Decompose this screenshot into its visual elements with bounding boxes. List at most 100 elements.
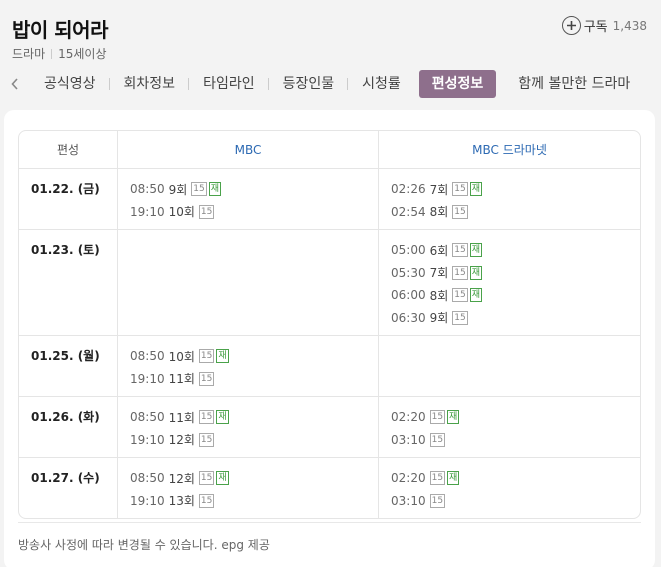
air-time: 08:50: [130, 410, 165, 425]
genre-label: 드라마: [12, 47, 46, 61]
rerun-badge: 재: [447, 471, 460, 486]
episode-number: 10회: [168, 205, 195, 220]
episode-entry: 08:50 12회 15 재: [130, 467, 366, 490]
table-row: 01.25. (월) 08:50 10회 15 재 19:10 11회 15: [19, 336, 640, 397]
episode-number: 11회: [168, 410, 195, 425]
tab-1[interactable]: 회차정보: [110, 70, 190, 98]
rerun-badge: 재: [208, 182, 222, 197]
air-time: 06:30: [391, 310, 426, 325]
rerun-badge: 재: [469, 265, 483, 280]
column-header-mbc: MBC: [118, 131, 379, 169]
mbc-dramanet-cell: 05:00 6회 15 재 05:30 7회 15 재 06:00 8회 15 재 06:30 9회 15: [379, 230, 640, 336]
mbc-cell: [118, 230, 379, 336]
program-header: 밥이 되어라 드라마 15세이상 구독 1,438 공식영상 회차정보 타임라인 등장…: [0, 0, 661, 108]
episode-number: 6회: [429, 243, 449, 258]
air-time: 19:10: [130, 371, 165, 386]
air-time: 03:10: [391, 493, 426, 508]
schedule-panel: 편성 MBC MBC 드라마넷 01.22. (금) 08:50 9회 15 재 19:1…: [4, 110, 655, 567]
age-rating-badge: 15: [452, 265, 468, 280]
column-header-mbc-dramanet: MBC 드라마넷: [379, 131, 640, 169]
subscribe-label: 구독: [583, 20, 608, 35]
table-row: 01.26. (화) 08:50 11회 15 재 19:10 12회 15 02:20 15 재 0…: [19, 397, 640, 458]
chevron-left-icon[interactable]: [0, 78, 30, 90]
episode-number: 9회: [168, 182, 188, 197]
air-time: 06:00: [391, 288, 426, 303]
tab-0[interactable]: 공식영상: [30, 70, 110, 98]
tab-bar: 공식영상 회차정보 타임라인 등장인물 시청률 편성정보 함께 볼만한 드라마: [0, 70, 661, 98]
mbc-cell: 08:50 11회 15 재 19:10 12회 15: [118, 397, 379, 458]
tab-3[interactable]: 등장인물: [269, 70, 349, 98]
episode-entry: 05:00 6회 15 재: [391, 239, 628, 262]
table-row: 01.27. (수) 08:50 12회 15 재 19:10 13회 15 02:20 15 재 0…: [19, 458, 640, 518]
episode-entry: 19:10 11회 15: [130, 368, 366, 391]
air-time: 08:50: [130, 471, 165, 486]
age-rating-badge: 15: [198, 471, 215, 486]
episode-number: 11회: [168, 372, 195, 387]
rerun-badge: 재: [216, 410, 229, 425]
footer-note: 방송사 사정에 따라 변경될 수 있습니다. epg 제공: [18, 522, 641, 553]
tab-2[interactable]: 타임라인: [189, 70, 269, 98]
air-time: 08:50: [130, 182, 165, 197]
episode-entry: 08:50 11회 15 재: [130, 406, 366, 429]
episode-entry: 03:10 15: [391, 429, 628, 452]
age-rating-badge: 15: [452, 243, 468, 258]
table-row: 01.22. (금) 08:50 9회 15 재 19:10 10회 15 02:26 7회 15 재…: [19, 169, 640, 230]
broadcast-date: 01.23. (토): [19, 230, 118, 336]
broadcast-date: 01.26. (화): [19, 397, 118, 458]
air-time: 19:10: [130, 204, 165, 219]
mbc-dramanet-cell: 02:26 7회 15 재 02:54 8회 15: [379, 169, 640, 230]
age-rating-badge: 15: [429, 471, 446, 486]
age-rating-badge: 15: [452, 310, 468, 325]
age-rating-badge: 15: [452, 204, 468, 219]
rerun-badge: 재: [447, 410, 460, 425]
air-time: 05:00: [391, 243, 426, 258]
air-time: 19:10: [130, 432, 165, 447]
episode-number: 8회: [429, 288, 449, 303]
episode-entry: 02:54 8회 15: [391, 201, 628, 224]
meta-divider: [51, 48, 53, 59]
table-row: 01.23. (토) 05:00 6회 15 재 05:30 7회 15 재 06:00 8회 15 재…: [19, 230, 640, 336]
age-rating-badge: 15: [191, 182, 207, 197]
episode-entry: 02:20 15 재: [391, 406, 628, 429]
age-rating-badge: 15: [198, 204, 215, 219]
rerun-badge: 재: [216, 471, 229, 486]
broadcast-date: 01.25. (월): [19, 336, 118, 397]
mbc-dramanet-cell: [379, 336, 640, 397]
broadcast-date: 01.27. (수): [19, 458, 118, 518]
age-rating-badge: 15: [429, 493, 446, 508]
episode-entry: 06:30 9회 15: [391, 307, 628, 330]
age-rating-label: 15세이상: [58, 47, 107, 61]
episode-entry: 06:00 8회 15 재: [391, 284, 628, 307]
broadcast-date: 01.22. (금): [19, 169, 118, 230]
age-rating-badge: 15: [198, 493, 215, 508]
mbc-cell: 08:50 10회 15 재 19:10 11회 15: [118, 336, 379, 397]
tab-4[interactable]: 시청률: [348, 70, 415, 98]
air-time: 02:26: [391, 182, 426, 197]
age-rating-badge: 15: [198, 371, 215, 386]
program-meta: 드라마 15세이상: [12, 45, 107, 62]
episode-number: 10회: [168, 349, 195, 364]
subscriber-count: 1,438: [612, 18, 647, 33]
rerun-badge: 재: [216, 349, 229, 364]
episode-entry: 08:50 9회 15 재: [130, 178, 366, 201]
air-time: 02:20: [391, 471, 426, 486]
age-rating-badge: 15: [429, 410, 446, 425]
episode-number: 7회: [429, 266, 449, 281]
episode-number: 12회: [168, 433, 195, 448]
episode-entry: 08:50 10회 15 재: [130, 345, 366, 368]
air-time: 02:54: [391, 204, 426, 219]
tab-5[interactable]: 편성정보: [418, 70, 497, 98]
tab-6[interactable]: 함께 볼만한 드라마: [504, 70, 644, 98]
program-title: 밥이 되어라: [12, 18, 108, 42]
age-rating-badge: 15: [429, 432, 446, 447]
age-rating-badge: 15: [198, 410, 215, 425]
rerun-badge: 재: [469, 182, 483, 197]
air-time: 03:10: [391, 432, 426, 447]
schedule-table: 편성 MBC MBC 드라마넷 01.22. (금) 08:50 9회 15 재 19:1…: [18, 130, 641, 519]
age-rating-badge: 15: [198, 432, 215, 447]
air-time: 05:30: [391, 265, 426, 280]
air-time: 19:10: [130, 493, 165, 508]
episode-number: 7회: [429, 182, 449, 197]
mbc-dramanet-cell: 02:20 15 재 03:10 15: [379, 458, 640, 518]
subscribe-button[interactable]: 구독 1,438: [561, 16, 647, 35]
